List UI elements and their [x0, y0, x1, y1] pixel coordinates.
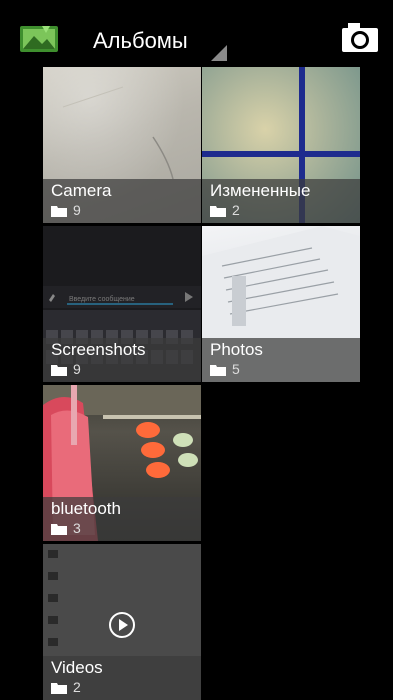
album-tile-screenshots[interactable]: Введите сообщение Screenshots 9	[43, 226, 201, 382]
album-tile-bluetooth[interactable]: bluetooth 3	[43, 385, 201, 541]
album-tile-edited[interactable]: Измененные 2	[202, 67, 360, 223]
folder-icon	[51, 365, 67, 376]
album-count: 9	[73, 202, 81, 218]
folder-icon	[51, 206, 67, 217]
spinner-label: Альбомы	[93, 28, 188, 53]
message-input-placeholder: Введите сообщение	[69, 295, 135, 303]
album-tile-photos[interactable]: Photos 5	[202, 226, 360, 382]
album-count: 2	[73, 679, 81, 695]
album-name: Camera	[51, 181, 112, 200]
gallery-icon[interactable]	[20, 24, 58, 52]
album-name: Измененные	[210, 181, 311, 200]
folder-icon	[210, 206, 226, 217]
album-count: 9	[73, 361, 81, 377]
album-label-bar: Videos 2	[43, 656, 201, 700]
album-count: 2	[232, 202, 240, 218]
album-count: 5	[232, 361, 240, 377]
album-tile-videos[interactable]: Videos 2	[43, 544, 201, 700]
album-count: 3	[73, 520, 81, 536]
folder-icon	[210, 365, 226, 376]
album-tile-camera[interactable]: Camera 9	[43, 67, 201, 223]
folder-icon	[51, 524, 67, 535]
album-label-bar: Photos 5	[202, 338, 360, 382]
album-name: Screenshots	[51, 340, 146, 359]
camera-icon[interactable]	[340, 20, 380, 54]
album-label-bar: Измененные 2	[202, 179, 360, 223]
album-label-bar: Screenshots 9	[43, 338, 201, 382]
folder-icon	[51, 683, 67, 694]
album-name: Videos	[51, 658, 103, 677]
album-label-bar: Camera 9	[43, 179, 201, 223]
album-name: Photos	[210, 340, 263, 359]
play-icon	[109, 612, 135, 638]
dropdown-caret-icon	[211, 45, 227, 61]
action-bar: Альбомы	[0, 0, 393, 62]
album-grid: Camera 9 Измененные 2 Введите сообщение	[0, 67, 393, 700]
album-label-bar: bluetooth 3	[43, 497, 201, 541]
album-name: bluetooth	[51, 499, 121, 518]
album-view-spinner[interactable]: Альбомы	[74, 14, 234, 62]
